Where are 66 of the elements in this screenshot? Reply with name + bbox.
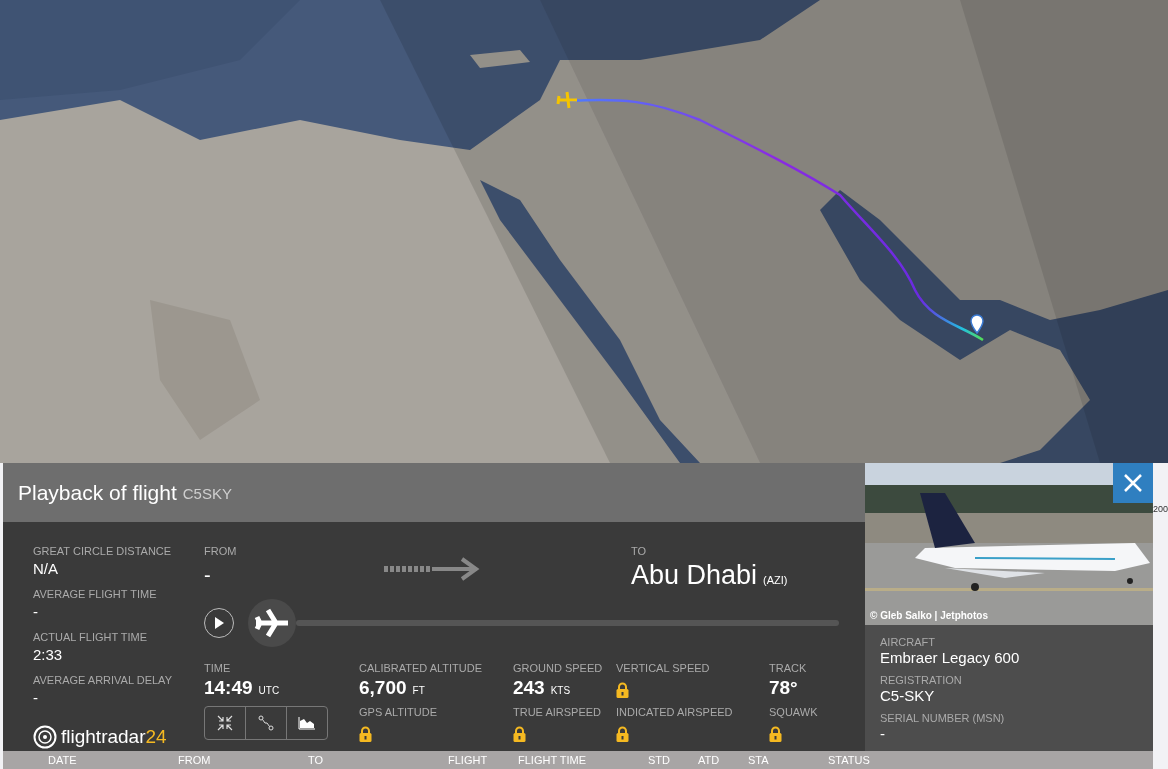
to-airport: Abu Dhabi (631, 558, 758, 591)
lock-icon (359, 725, 372, 742)
column-header: TO (308, 753, 325, 768)
lock-icon (513, 725, 526, 742)
airport-code: (AZI) (763, 572, 788, 588)
column-header: FLIGHT (448, 753, 489, 768)
aircraft-field-label: REGISTRATION (880, 674, 963, 686)
aircraft-field-value: C5-SKY (880, 686, 936, 706)
route-icon (258, 714, 274, 731)
metric-label: GROUND SPEED (513, 660, 604, 676)
column-header: ATD (698, 753, 721, 768)
panel-title: Playback of flight (18, 479, 177, 506)
metric-unit: FT (412, 683, 425, 698)
metric-label: VERTICAL SPEED (616, 660, 711, 676)
metric-label: INDICATED AIRSPEED (616, 704, 734, 720)
column-header: FLIGHT TIME (518, 753, 588, 768)
lock-icon (616, 681, 629, 698)
logo-text: flightradar24 (61, 724, 167, 749)
stat-value: - (33, 601, 39, 622)
photo-credit: © Gleb Salko | Jetphotos (870, 609, 988, 623)
stat-value: 2:33 (33, 644, 64, 665)
metric-unit: KTS (550, 683, 571, 698)
playback-thumb[interactable] (248, 598, 296, 647)
area-chart-icon (298, 715, 316, 730)
flight-callsign: C5SKY (182, 484, 232, 504)
edge-text: 200 (1152, 503, 1168, 515)
collapse-arrows-icon (217, 714, 233, 731)
stat-value: - (33, 687, 39, 708)
stat-label: AVERAGE ARRIVAL DELAY (33, 672, 172, 688)
from-label: FROM (204, 543, 238, 559)
metric-label: TIME (204, 660, 232, 676)
metric-label: CALIBRATED ALTITUDE (359, 660, 484, 676)
column-header: DATE (48, 753, 78, 768)
close-button[interactable] (1112, 463, 1153, 503)
close-icon (1122, 473, 1143, 493)
playback-track[interactable] (296, 619, 839, 626)
play-icon (214, 616, 224, 629)
metric-value: 6,700 (359, 675, 407, 700)
column-header: STD (648, 753, 671, 768)
stat-label: ACTUAL FLIGHT TIME (33, 629, 149, 645)
to-label: TO (631, 543, 648, 559)
stat-value: N/A (33, 558, 59, 579)
column-header: FROM (178, 753, 212, 768)
lock-icon (616, 725, 629, 742)
aircraft-field-label: SERIAL NUMBER (MSN) (880, 712, 1006, 724)
radar-icon (33, 724, 57, 749)
stat-label: GREAT CIRCLE DISTANCE (33, 543, 172, 559)
aircraft-field-label: AIRCRAFT (880, 636, 936, 648)
metric-value: 78° (769, 675, 798, 700)
metric-value: 14:49 (204, 675, 253, 700)
stat-label: AVERAGE FLIGHT TIME (33, 586, 158, 602)
playback-slider[interactable] (248, 598, 839, 647)
airplane-icon (254, 607, 290, 638)
aircraft-field-value: - (880, 724, 886, 744)
metric-label: TRACK (769, 660, 808, 676)
metric-label: SQUAWK (769, 704, 819, 720)
metric-label: TRUE AIRSPEED (513, 704, 602, 720)
from-airport: - (204, 562, 212, 588)
lock-icon (769, 725, 782, 742)
route-arrow-icon (384, 556, 480, 581)
column-header: STATUS (828, 753, 871, 768)
column-header: STA (748, 753, 770, 768)
metric-unit: UTC (258, 683, 280, 698)
aircraft-field-value: Embraer Legacy 600 (880, 648, 1021, 668)
metric-label: GPS ALTITUDE (359, 704, 439, 720)
metric-value: 243 (513, 675, 545, 700)
